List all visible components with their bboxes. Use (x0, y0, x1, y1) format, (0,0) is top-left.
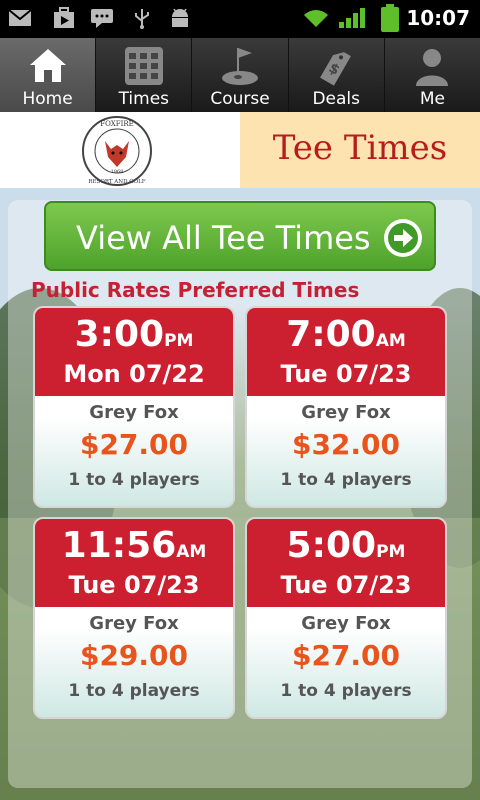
tee-time: 11:56AM (35, 525, 233, 566)
tab-label: Times (118, 89, 170, 109)
time-value: 3:00 (74, 314, 165, 355)
person-icon (416, 49, 449, 86)
svg-text:FOXFIRE: FOXFIRE (100, 120, 133, 128)
tab-times[interactable]: Times (96, 38, 193, 112)
course-name: Grey Fox (89, 613, 179, 634)
tab-label: Course (210, 89, 270, 109)
tab-me[interactable]: Me (385, 38, 480, 112)
foxfire-logo: FOXFIRE RESORT AND GOLF 1968 (82, 116, 152, 186)
course-name: Grey Fox (301, 402, 391, 423)
svg-text:RESORT AND GOLF: RESORT AND GOLF (88, 179, 145, 185)
tee-time: 5:00PM (247, 525, 445, 566)
tee-time: 3:00PM (35, 314, 233, 355)
price: $27.00 (79, 428, 189, 461)
arrow-right-icon (384, 219, 422, 257)
time-value: 5:00 (286, 525, 377, 566)
time-ampm: PM (376, 542, 406, 562)
players: 1 to 4 players (280, 470, 412, 490)
price: $29.00 (79, 639, 189, 672)
price: $27.00 (291, 639, 401, 672)
price-tag-icon: $ (320, 48, 352, 86)
tee-date: Tue 07/23 (280, 360, 412, 388)
tab-bar: Home Times Course $ Deals Me (0, 38, 480, 112)
tee-time: 7:00AM (247, 314, 445, 355)
tab-home[interactable]: Home (0, 38, 97, 112)
page-header: FOXFIRE RESORT AND GOLF 1968 Tee Times (0, 112, 480, 188)
clock: 10:07 (406, 6, 470, 30)
tee-date: Tue 07/23 (68, 571, 200, 599)
tee-time-card[interactable]: 3:00PM Mon 07/22 Grey Fox $27.00 1 to 4 … (33, 306, 235, 508)
logo-year: 1968 (111, 169, 124, 175)
tee-time-card[interactable]: 11:56AM Tue 07/23 Grey Fox $29.00 1 to 4… (33, 517, 235, 719)
tab-label: Home (22, 89, 73, 109)
calendar-grid-icon (124, 47, 163, 85)
tee-time-card[interactable]: 5:00PM Tue 07/23 Grey Fox $27.00 1 to 4 … (245, 517, 447, 719)
tab-label: Me (419, 89, 445, 109)
card-header: 11:56AM Tue 07/23 (35, 519, 233, 607)
android-debug-icon (172, 8, 188, 27)
play-store-icon (54, 7, 74, 28)
signal-icon (339, 8, 365, 28)
tee-date: Mon 07/22 (63, 360, 205, 388)
card-header: 7:00AM Tue 07/23 (247, 308, 445, 396)
section-title: Public Rates Preferred Times (31, 278, 360, 302)
tab-deals[interactable]: $ Deals (289, 38, 385, 112)
view-all-label: View All Tee Times (76, 219, 371, 257)
tab-label: Deals (312, 89, 360, 109)
view-all-tee-times-button[interactable]: View All Tee Times (44, 201, 436, 271)
card-header: 5:00PM Tue 07/23 (247, 519, 445, 607)
tee-date: Tue 07/23 (280, 571, 412, 599)
status-bar: 10:07 (0, 0, 480, 38)
tee-time-card[interactable]: 7:00AM Tue 07/23 Grey Fox $32.00 1 to 4 … (245, 306, 447, 508)
course-name: Grey Fox (89, 402, 179, 423)
chat-icon (91, 9, 113, 28)
time-ampm: AM (176, 542, 207, 562)
players: 1 to 4 players (280, 681, 412, 701)
time-ampm: AM (375, 331, 406, 351)
battery-icon (381, 4, 399, 32)
gmail-icon (8, 9, 32, 26)
card-header: 3:00PM Mon 07/22 (35, 308, 233, 396)
page-title: Tee Times (272, 128, 448, 168)
time-value: 7:00 (286, 314, 376, 355)
time-ampm: PM (164, 331, 194, 351)
price: $32.00 (291, 428, 401, 461)
players: 1 to 4 players (68, 470, 200, 490)
golf-flag-icon (222, 48, 258, 85)
course-name: Grey Fox (301, 613, 391, 634)
home-icon (29, 49, 66, 82)
wifi-icon (304, 10, 328, 27)
title-box: Tee Times (240, 112, 480, 188)
players: 1 to 4 players (68, 681, 200, 701)
time-value: 11:56 (61, 525, 177, 566)
usb-icon (135, 9, 149, 29)
tab-course[interactable]: Course (192, 38, 289, 112)
